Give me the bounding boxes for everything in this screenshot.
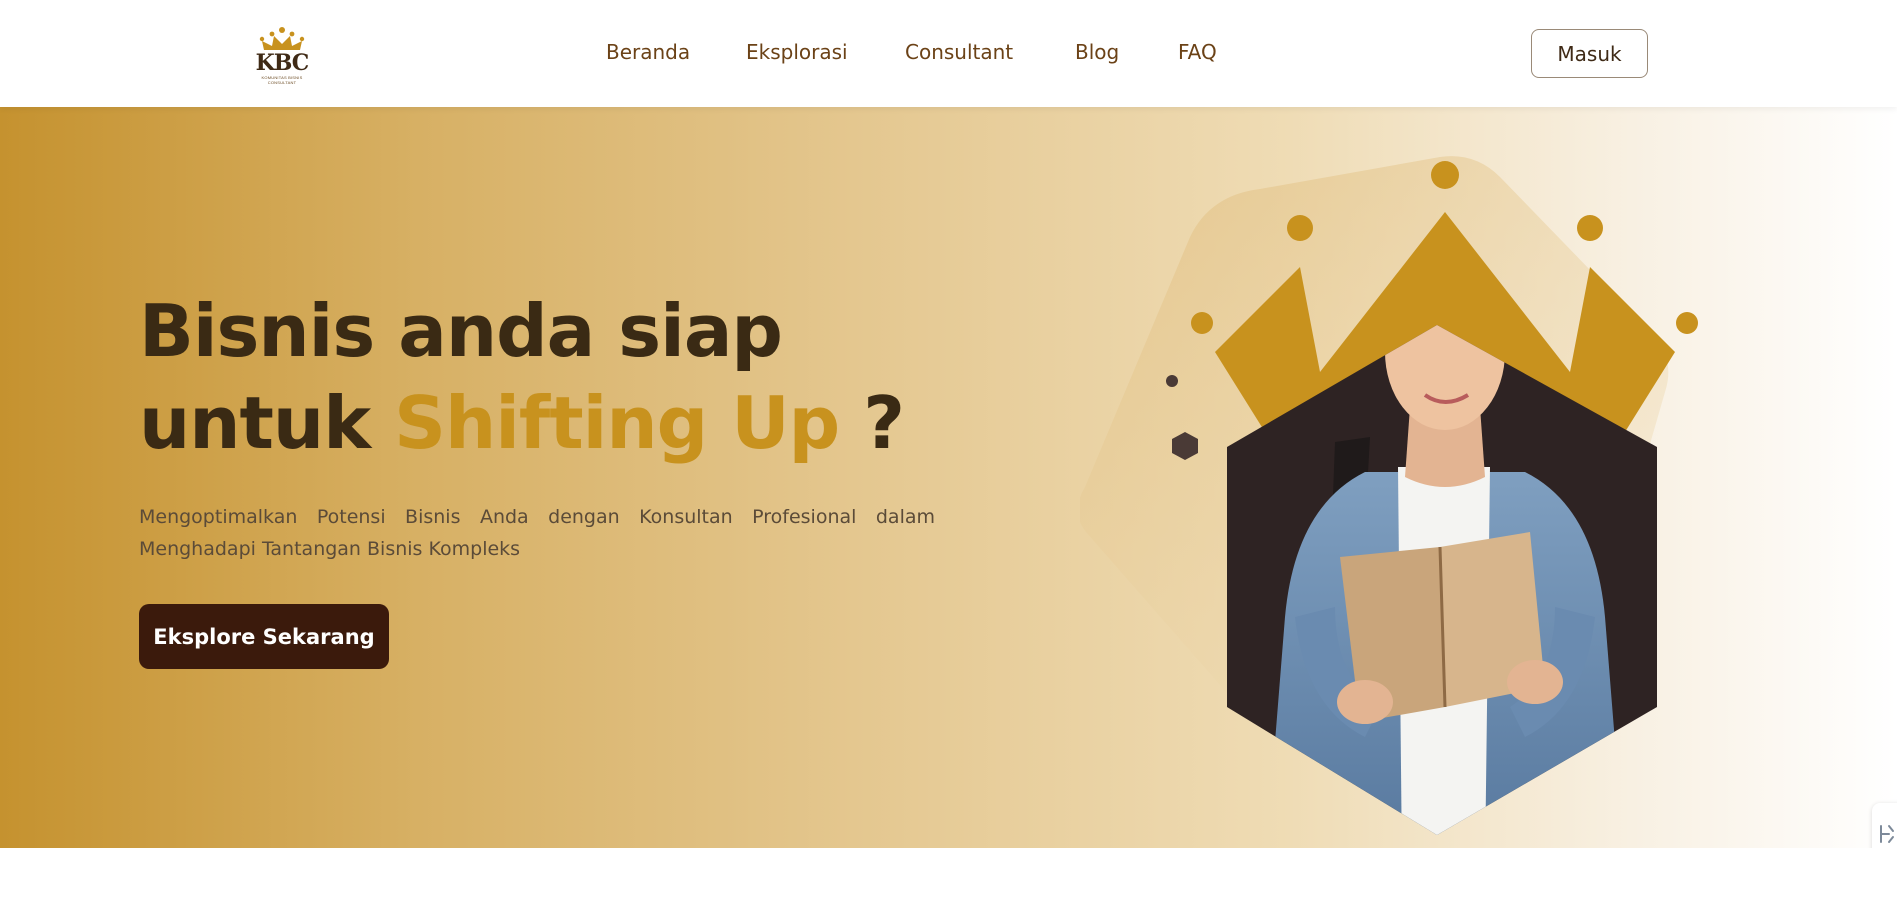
logo-text: KBC <box>255 50 310 76</box>
hero-title-line1: Bisnis anda siap <box>139 289 783 373</box>
nav-eksplorasi[interactable]: Eksplorasi <box>746 40 848 64</box>
translate-icon <box>1880 825 1894 843</box>
nav-faq[interactable]: FAQ <box>1178 40 1217 64</box>
side-widget-tab[interactable] <box>1872 803 1897 848</box>
brand-logo[interactable]: KBC KOMUNITAS BISNIS CONSULTANT <box>248 26 316 85</box>
hero-section: Bisnis anda siap untuk Shifting Up ? Men… <box>0 107 1897 848</box>
site-header: KBC KOMUNITAS BISNIS CONSULTANT Beranda … <box>0 0 1897 107</box>
login-button[interactable]: Masuk <box>1531 29 1648 78</box>
hero-title: Bisnis anda siap untuk Shifting Up ? <box>139 285 919 469</box>
nav-blog[interactable]: Blog <box>1075 40 1119 64</box>
hero-title-accent: Shifting Up <box>394 381 840 465</box>
decor-dot <box>1166 375 1178 387</box>
hero-illustration <box>1080 156 1698 835</box>
nav-consultant[interactable]: Consultant <box>905 40 1013 64</box>
hero-title-suffix: ? <box>839 381 905 465</box>
hero-description: Mengoptimalkan Potensi Bisnis Anda denga… <box>139 506 935 560</box>
explore-now-button[interactable]: Eksplore Sekarang <box>139 604 389 669</box>
logo-subtitle: KOMUNITAS BISNIS CONSULTANT <box>261 75 303 85</box>
nav-beranda[interactable]: Beranda <box>606 40 690 64</box>
crown-icon <box>259 27 305 50</box>
hero-title-prefix: untuk <box>139 381 395 465</box>
